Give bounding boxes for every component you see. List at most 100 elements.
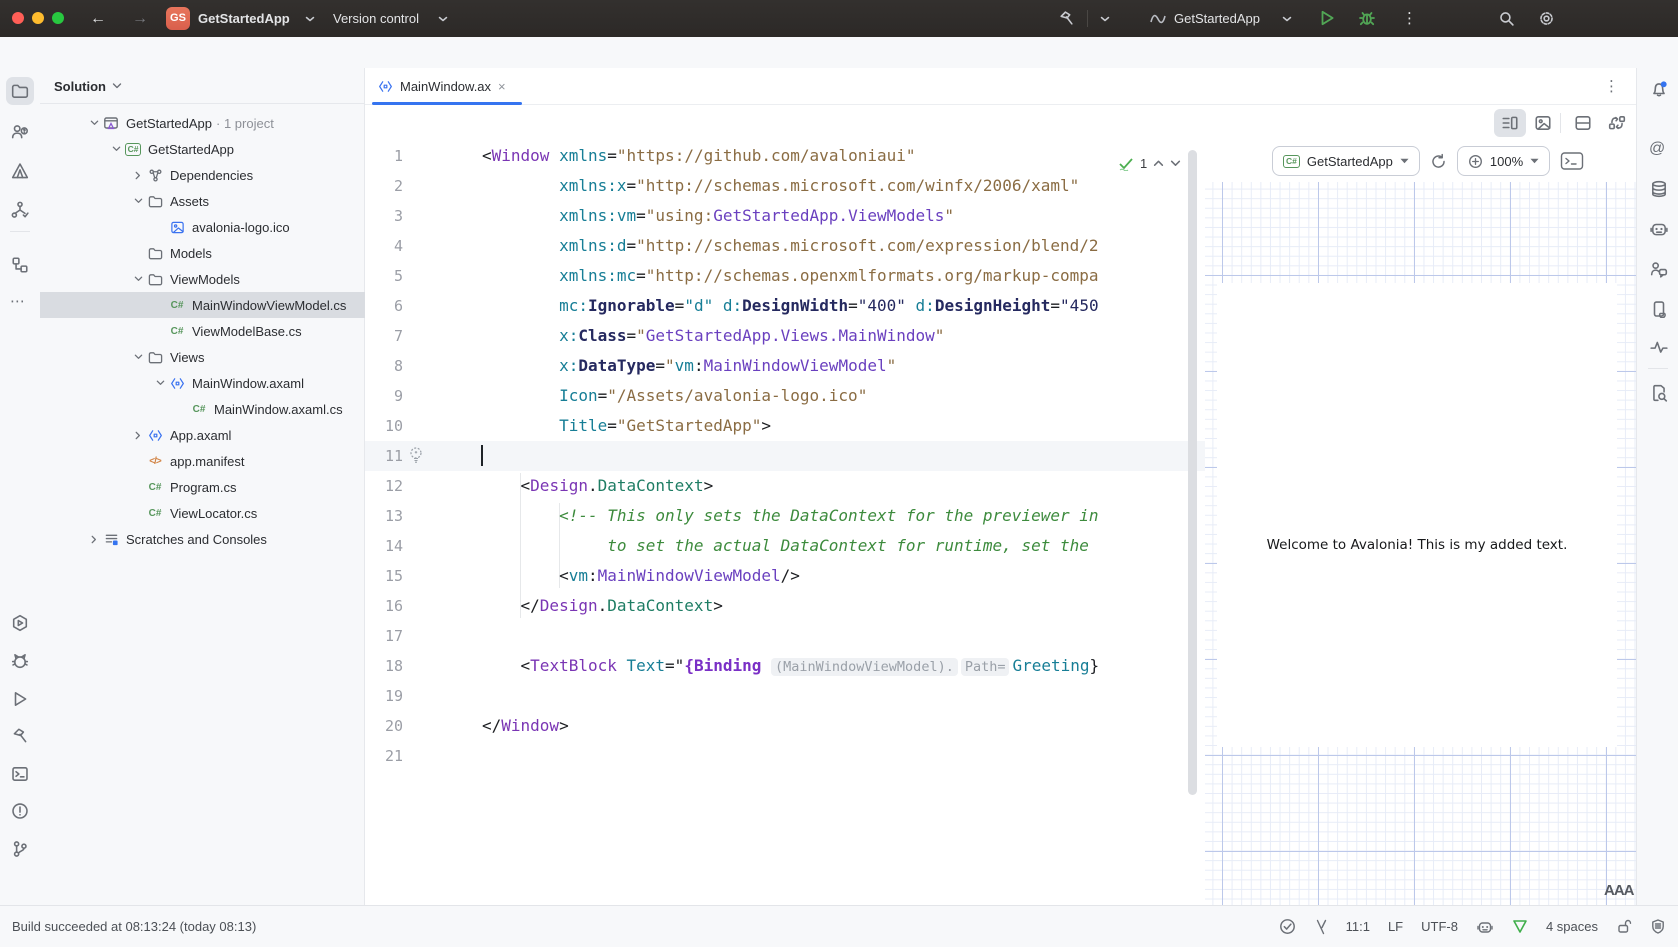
solution-panel-header[interactable]: Solution [54,68,122,104]
problems-icon[interactable] [11,802,29,820]
caret-position-widget[interactable]: 11:1 [1346,919,1370,934]
close-tab-icon[interactable]: × [498,79,506,94]
code-line[interactable]: xmlns:vm="using:GetStartedApp.ViewModels… [482,201,954,231]
code-line[interactable]: <Design.DataContext> [482,471,713,501]
code-line[interactable]: <!-- This only sets the DataContext for … [482,501,1099,531]
minimize-window-button[interactable] [32,12,44,24]
database-icon[interactable] [1650,180,1668,198]
preview-zoom-control[interactable]: 100% [1457,146,1550,176]
chevron-down-icon[interactable] [1282,16,1292,22]
encoding-widget[interactable]: UTF-8 [1421,919,1458,934]
next-problem-chevron-icon[interactable] [1170,160,1181,167]
device-manager-icon[interactable] [1650,300,1668,318]
ai-assistant-icon[interactable]: @ [1649,140,1665,158]
chevron-expanded-icon[interactable] [112,146,121,152]
find-in-files-icon[interactable] [1650,384,1668,402]
chevron-expanded-icon[interactable] [134,198,143,204]
previewer-canvas[interactable]: Welcome to Avalonia! This is my added te… [1205,182,1636,905]
settings-gear-icon[interactable] [1538,10,1555,27]
diagrams-icon[interactable] [11,256,29,274]
refresh-preview-icon[interactable] [1430,153,1447,170]
csharp-file-icon: C# [149,508,162,519]
code-line[interactable]: Icon="/Assets/avalonia-logo.ico" [482,381,867,411]
code-line[interactable]: xmlns:x="http://schemas.microsoft.com/wi… [482,171,1079,201]
preview-only-view-icon[interactable] [1534,114,1552,132]
chevron-expanded-icon[interactable] [134,354,143,360]
horizontal-split-icon[interactable] [1574,114,1592,132]
code-line[interactable]: mc:Ignorable="d" d:DesignWidth="400" d:D… [482,291,1099,321]
shield-icon[interactable] [1650,918,1666,935]
notifications-bell-icon[interactable] [1650,80,1668,98]
code-line[interactable]: xmlns:d="http://schemas.microsoft.com/ex… [482,231,1099,261]
run-configuration-selector[interactable]: GetStartedApp [1174,0,1260,37]
tab-options-kebab[interactable]: ⋮ [1604,77,1619,95]
chevron-down-icon[interactable] [305,16,315,22]
build-icon[interactable] [1058,10,1075,27]
run-anything-icon[interactable] [11,614,29,632]
ai-chat-robot-icon[interactable] [1650,220,1668,238]
code-line[interactable]: <Window xmlns="https://github.com/avalon… [482,141,916,171]
chevron-down-icon[interactable] [438,16,448,22]
indent-widget[interactable]: 4 spaces [1546,919,1598,934]
close-window-button[interactable] [12,12,24,24]
chevron-collapsed-icon[interactable] [91,535,97,544]
code-line[interactable]: </Window> [482,711,569,741]
build-status-message[interactable]: Build succeeded at 08:13:24 (today 08:13… [12,919,256,934]
panel-title: Solution [54,79,106,94]
maximize-window-button[interactable] [52,12,64,24]
tree-row-scratches[interactable]: Scratches and Consoles [40,526,411,552]
more-tool-windows-icon[interactable]: ⋯ [10,292,26,310]
code-line[interactable]: </Design.DataContext> [482,591,723,621]
more-actions-kebab[interactable]: ⋮ [1402,0,1417,37]
profiler-pulse-icon[interactable] [1650,338,1668,356]
highlighting-mode-icon[interactable] [1314,919,1328,935]
line-ending-widget[interactable]: LF [1388,919,1403,934]
previewer-terminal-icon[interactable] [1560,151,1584,171]
check-circle-icon[interactable] [1279,918,1296,935]
swap-panels-icon[interactable] [1608,114,1626,132]
build-tool-window-icon[interactable] [11,727,29,745]
tree-row-solution[interactable]: GetStartedApp · 1 project [40,110,411,136]
terminal-icon[interactable] [11,765,29,783]
code-line[interactable]: xmlns:mc="http://schemas.openxmlformats.… [482,261,1099,291]
project-menu[interactable]: GetStartedApp [198,0,290,37]
chevron-down-icon[interactable] [1100,16,1110,22]
chevron-expanded-icon[interactable] [156,380,165,386]
editor-scrollbar[interactable] [1188,150,1197,795]
version-control-menu[interactable]: Version control [333,0,419,37]
folder-icon[interactable] [11,82,29,100]
ai-robot-icon[interactable] [1476,919,1494,935]
search-icon[interactable] [1498,10,1515,27]
chevron-expanded-icon[interactable] [134,276,143,282]
debug-button[interactable] [1358,9,1376,27]
inspections-widget[interactable]: 1 [1118,156,1181,171]
forward-icon[interactable]: → [132,0,148,37]
prev-problem-chevron-icon[interactable] [1153,160,1164,167]
code-line[interactable]: <TextBlock Text="{Binding (MainWindowVie… [482,651,1099,681]
unit-tests-icon[interactable] [11,652,29,670]
code-line[interactable]: to set the actual DataContext for runtim… [482,531,1099,561]
code-line[interactable]: x:Class="GetStartedApp.Views.MainWindow" [482,321,944,351]
zoom-plus-icon[interactable] [1468,154,1483,169]
chevron-collapsed-icon[interactable] [135,431,141,440]
triangle-a-icon[interactable] [11,162,29,180]
editor-and-preview-view-icon[interactable] [1501,114,1519,132]
intention-bulb-icon[interactable] [409,446,423,464]
code-line[interactable]: <vm:MainWindowViewModel/> [482,561,800,591]
git-branch-icon[interactable] [11,840,29,858]
chevron-collapsed-icon[interactable] [135,171,141,180]
code-editor[interactable]: 123 456 789 101112 131415 161718 192021 … [365,140,1205,905]
code-line[interactable]: x:DataType="vm:MainWindowViewModel" [482,351,896,381]
tab-mainwindow-axaml[interactable]: MainWindow.ax × [372,68,512,104]
structure-icon[interactable] [11,201,29,219]
run-tool-window-icon[interactable] [11,690,29,708]
unlocked-icon[interactable] [1616,918,1632,935]
usages-icon[interactable] [11,123,29,141]
back-icon[interactable]: ← [90,0,106,37]
previewer-target-selector[interactable]: C# GetStartedApp [1272,146,1420,176]
green-triangle-icon[interactable] [1512,919,1528,934]
run-button[interactable] [1318,9,1336,27]
chevron-expanded-icon[interactable] [90,120,99,126]
code-with-me-icon[interactable] [1650,260,1668,278]
code-line[interactable]: Title="GetStartedApp"> [482,411,771,441]
